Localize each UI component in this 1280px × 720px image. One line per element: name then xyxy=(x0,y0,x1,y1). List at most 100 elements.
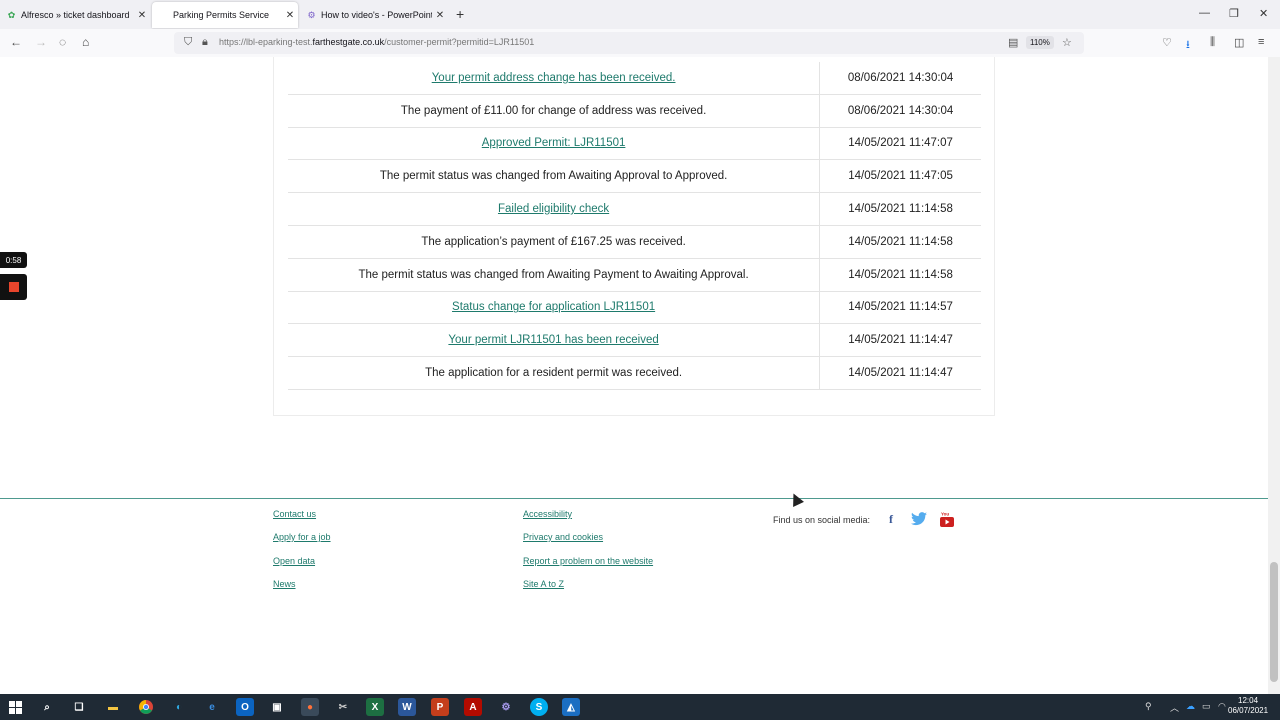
edge-icon[interactable]: ◐ xyxy=(170,698,188,716)
history-date-cell: 14/05/2021 11:47:07 xyxy=(819,127,981,161)
footer-link-site-a-to-z[interactable]: Site A to Z xyxy=(523,579,564,589)
battery-icon[interactable]: ▭ xyxy=(1202,701,1211,712)
restore-icon[interactable]: ❐ xyxy=(1229,7,1239,20)
recording-timer: 0:58 xyxy=(0,252,27,268)
reader-view-icon[interactable]: ▤ xyxy=(1008,36,1018,49)
windows-start-icon[interactable] xyxy=(6,698,24,716)
settings-gear-icon[interactable]: ⚙ xyxy=(497,698,515,716)
history-date-cell: 14/05/2021 11:14:57 xyxy=(819,291,981,325)
history-description-cell: Status change for application LJR11501 xyxy=(288,291,821,325)
menu-icon[interactable]: ≡ xyxy=(1258,36,1264,48)
tab-parking-permits[interactable]: Parking Permits Service ✕ xyxy=(152,2,298,28)
history-text: The permit status was changed from Await… xyxy=(379,170,728,183)
history-link[interactable]: Failed eligibility check xyxy=(498,203,609,215)
gear-icon: ⚙ xyxy=(307,9,316,20)
close-icon[interactable]: ✕ xyxy=(134,10,150,21)
page-scrollbar[interactable] xyxy=(1268,57,1280,694)
taskbar-clock[interactable]: 12:04 06/07/2021 xyxy=(1228,696,1268,716)
permit-history-card: Your permit address change has been rece… xyxy=(273,57,995,416)
windows-taskbar: ⌕ ❑ ▬ ◐ e O ▣ ● ✂ X W P A ⚙ S ◭ ⚲ ︿ ☁ ▭ … xyxy=(0,694,1280,720)
zoom-level[interactable]: 110% xyxy=(1026,36,1054,49)
forward-icon[interactable]: → xyxy=(35,35,47,49)
history-date-cell: 08/06/2021 14:30:04 xyxy=(819,94,981,128)
history-text: The permit status was changed from Await… xyxy=(358,268,749,281)
url-prefix: https://lbl-eparking-test. xyxy=(219,37,313,47)
url-text[interactable]: https://lbl-eparking-test.farthestgate.c… xyxy=(219,37,534,47)
task-view-icon[interactable]: ❑ xyxy=(70,698,88,716)
acrobat-icon[interactable]: A xyxy=(464,698,482,716)
bookmark-star-icon[interactable]: ☆ xyxy=(1062,36,1072,49)
skype-icon[interactable]: S xyxy=(530,698,548,716)
close-icon[interactable]: ✕ xyxy=(432,10,448,21)
home-icon[interactable]: ⌂ xyxy=(82,35,89,49)
people-icon[interactable]: ⚲ xyxy=(1145,701,1152,712)
internet-explorer-icon[interactable]: e xyxy=(203,698,221,716)
footer-link-apply-for-job[interactable]: Apply for a job xyxy=(273,532,331,542)
tab-title: Alfresco » ticket dashboard xyxy=(21,10,130,20)
footer-link-open-data[interactable]: Open data xyxy=(273,556,315,566)
word-icon[interactable]: W xyxy=(398,698,416,716)
wifi-icon[interactable]: ◠ xyxy=(1218,701,1226,712)
footer-link-privacy[interactable]: Privacy and cookies xyxy=(523,532,603,542)
tab-alfresco[interactable]: ✿ Alfresco » ticket dashboard ✕ xyxy=(0,2,150,28)
loading-icon[interactable]: ◌ xyxy=(59,35,66,49)
file-explorer-icon[interactable]: ▬ xyxy=(104,698,122,716)
excel-icon[interactable]: X xyxy=(366,698,384,716)
history-date-cell: 14/05/2021 11:14:58 xyxy=(819,192,981,226)
table-row: The application for a resident permit wa… xyxy=(288,356,981,390)
history-link[interactable]: Your permit LJR11501 has been received xyxy=(448,334,658,346)
history-description-cell: The payment of £11.00 for change of addr… xyxy=(288,94,821,128)
powerpoint-icon[interactable]: P xyxy=(431,698,449,716)
table-row: Approved Permit: LJR11501 14/05/2021 11:4… xyxy=(288,127,981,161)
outlook-icon[interactable]: O xyxy=(236,698,254,716)
history-link[interactable]: Status change for application LJR11501 xyxy=(452,301,655,313)
pocket-icon[interactable]: ♡ xyxy=(1162,36,1172,49)
chrome-icon[interactable] xyxy=(137,698,155,716)
url-bar[interactable]: ⛉ 🔒︎ https://lbl-eparking-test.farthestg… xyxy=(174,32,1084,54)
table-row: The permit status was changed from Await… xyxy=(288,258,981,292)
footer-link-contact-us[interactable]: Contact us xyxy=(273,509,316,519)
lock-icon[interactable]: 🔒︎ xyxy=(202,36,208,49)
snipping-tool-icon[interactable]: ✂ xyxy=(334,698,352,716)
social-media-label: Find us on social media: xyxy=(773,515,871,525)
app-window-icon[interactable]: ◭ xyxy=(562,698,580,716)
table-row: The payment of £11.00 for change of addr… xyxy=(288,94,981,128)
footer-link-accessibility[interactable]: Accessibility xyxy=(523,509,572,519)
tab-how-to-videos[interactable]: ⚙ How to video's - PowerPoint Sli ✕ xyxy=(300,2,448,28)
minimize-icon[interactable]: — xyxy=(1199,7,1210,19)
youtube-icon[interactable]: You xyxy=(939,511,955,527)
downloads-icon[interactable]: ⭳ xyxy=(1186,36,1190,55)
svg-text:You: You xyxy=(941,512,949,517)
onedrive-icon[interactable]: ☁ xyxy=(1186,701,1195,712)
close-icon[interactable]: ✕ xyxy=(282,10,298,21)
url-domain: farthestgate.co.uk xyxy=(312,37,385,47)
library-icon[interactable]: ⫼ xyxy=(1210,36,1215,49)
chevron-up-icon[interactable]: ︿ xyxy=(1170,701,1179,714)
footer-link-news[interactable]: News xyxy=(273,579,296,589)
history-date-cell: 14/05/2021 11:47:05 xyxy=(819,159,981,194)
table-row: Status change for application LJR11501 14… xyxy=(288,291,981,325)
close-window-icon[interactable]: ✕ xyxy=(1259,7,1268,20)
firefox-icon[interactable]: ● xyxy=(301,698,319,716)
table-row: The application’s payment of £167.25 was… xyxy=(288,225,981,259)
sidebar-icon[interactable]: ◫ xyxy=(1234,36,1244,49)
page-content: Your permit address change has been rece… xyxy=(0,57,1268,694)
twitter-icon[interactable] xyxy=(911,511,927,527)
history-link[interactable]: Approved Permit: LJR11501 xyxy=(482,137,626,149)
blank-page-icon xyxy=(158,10,169,21)
footer-link-report-problem[interactable]: Report a problem on the website xyxy=(523,556,653,566)
table-row: The permit status was changed from Await… xyxy=(288,159,981,194)
stop-recording-button[interactable] xyxy=(0,274,27,300)
new-tab-icon[interactable]: + xyxy=(456,6,464,22)
history-description-cell: Approved Permit: LJR11501 xyxy=(288,127,821,161)
store-icon[interactable]: ▣ xyxy=(268,698,286,716)
facebook-icon[interactable]: f xyxy=(883,511,899,527)
history-link[interactable]: Your permit address change has been rece… xyxy=(432,72,676,84)
scrollbar-thumb[interactable] xyxy=(1270,562,1278,682)
history-description-cell: Failed eligibility check xyxy=(288,192,821,226)
back-icon[interactable]: ← xyxy=(10,35,22,49)
shield-icon[interactable]: ⛉ xyxy=(184,36,192,49)
search-icon[interactable]: ⌕ xyxy=(38,698,56,716)
history-description-cell: The application’s payment of £167.25 was… xyxy=(288,225,821,259)
permit-history-table: Your permit address change has been rece… xyxy=(288,62,981,390)
